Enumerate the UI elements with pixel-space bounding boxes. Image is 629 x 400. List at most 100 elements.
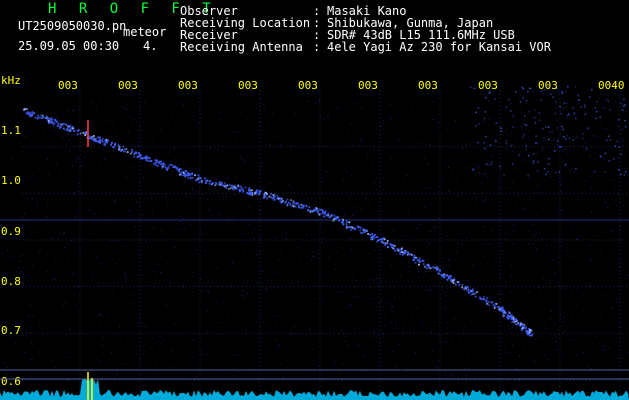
noise-dot [218, 211, 220, 213]
noise-dot [137, 135, 139, 137]
echo-point [63, 123, 66, 125]
echo-point [180, 172, 183, 174]
noise-dot [412, 281, 414, 283]
echo-point [389, 242, 392, 245]
noise-dot [572, 255, 574, 257]
echo-point [118, 148, 120, 151]
noise-dot [222, 368, 224, 370]
noise-dot [529, 291, 531, 293]
noise-dot [426, 219, 428, 221]
noise-dot [600, 156, 603, 159]
noise-dot [0, 284, 2, 286]
noise-dot [392, 306, 394, 308]
noise-dot [173, 246, 175, 248]
noise-dot [293, 295, 295, 297]
noise-dot [536, 191, 538, 193]
noise-dot [535, 233, 537, 235]
echo-point [161, 166, 164, 169]
noise-dot [447, 259, 449, 261]
echo-point [106, 141, 109, 144]
noise-dot [214, 310, 216, 312]
noise-dot [24, 220, 26, 222]
echo-point [472, 293, 475, 295]
noise-dot [432, 226, 434, 228]
echo-point [359, 229, 361, 232]
noise-dot [42, 335, 44, 337]
noise-dot [8, 368, 10, 370]
noise-dot [274, 339, 276, 341]
noise-dot [382, 333, 384, 335]
echo-point [137, 152, 140, 154]
noise-dot [406, 255, 408, 257]
noise-dot [322, 377, 324, 379]
noise-dot [557, 140, 559, 142]
noise-dot [573, 170, 575, 172]
noise-dot [468, 281, 470, 283]
noise-dot [144, 326, 146, 328]
noise-dot [325, 216, 327, 218]
noise-dot [595, 295, 597, 297]
noise-dot [295, 168, 297, 170]
noise-dot [445, 321, 447, 323]
noise-dot [609, 109, 611, 111]
noise-dot [562, 151, 564, 153]
noise-dot [3, 111, 5, 113]
noise-dot [319, 116, 321, 118]
noise-dot [369, 121, 371, 123]
noise-dot [120, 318, 122, 320]
noise-dot [425, 241, 427, 243]
noise-dot [125, 270, 127, 272]
noise-dot [308, 369, 310, 371]
noise-dot [110, 219, 112, 221]
noise-dot [2, 177, 4, 179]
echo-point [289, 203, 292, 206]
noise-dot [385, 281, 387, 283]
echo-point [131, 150, 133, 153]
noise-dot [207, 282, 209, 284]
noise-dot [521, 111, 523, 113]
noise-dot [440, 179, 442, 181]
echo-point [348, 226, 351, 228]
echo-point [428, 266, 430, 269]
noise-dot [342, 125, 344, 127]
noise-dot [275, 236, 277, 238]
echo-point [318, 208, 321, 211]
noise-dot [558, 207, 560, 209]
noise-dot [507, 121, 509, 123]
noise-dot [297, 254, 299, 256]
noise-dot [418, 317, 420, 319]
noise-dot [535, 185, 537, 187]
noise-dot [232, 229, 234, 231]
noise-dot [47, 254, 49, 256]
noise-dot [272, 210, 274, 212]
noise-dot [512, 115, 514, 117]
noise-dot [606, 232, 608, 234]
noise-dot [560, 112, 563, 115]
noise-dot [492, 103, 494, 105]
noise-dot [8, 111, 10, 113]
noise-dot [604, 294, 606, 296]
noise-dot [75, 162, 77, 164]
echo-point [146, 156, 149, 159]
noise-dot [555, 119, 557, 121]
noise-dot [608, 135, 610, 137]
noise-dot [522, 88, 524, 90]
noise-dot [500, 192, 502, 194]
echo-point [313, 208, 316, 211]
noise-dot [563, 317, 565, 319]
noise-dot [378, 302, 380, 304]
noise-dot [300, 242, 302, 244]
noise-dot [333, 154, 335, 156]
noise-dot [170, 364, 172, 366]
noise-dot [16, 228, 18, 230]
echo-point [401, 251, 403, 253]
noise-dot [603, 158, 605, 160]
noise-dot [373, 249, 375, 251]
noise-dot [48, 147, 50, 149]
noise-dot [494, 98, 496, 100]
noise-dot [1, 210, 3, 212]
noise-dot [618, 327, 620, 329]
noise-dot [236, 288, 238, 290]
noise-dot [603, 346, 605, 348]
noise-dot [585, 147, 588, 150]
